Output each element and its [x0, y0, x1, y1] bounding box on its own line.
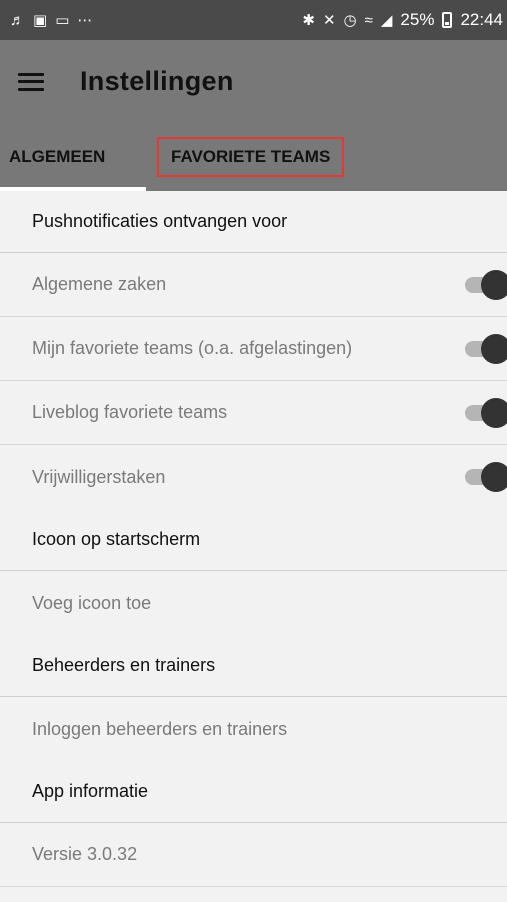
page-title: Instellingen	[80, 66, 234, 96]
more-icon: ⋯	[77, 11, 93, 29]
battery-icon	[442, 12, 453, 28]
toggle-switch[interactable]	[465, 462, 507, 492]
setting-vrijwilligerstaken[interactable]: Vrijwilligerstaken	[0, 445, 507, 509]
menu-icon[interactable]	[18, 72, 44, 91]
setting-label: Vrijwilligerstaken	[32, 466, 166, 487]
setting-mijn-favoriete-teams[interactable]: Mijn favoriete teams (o.a. afgelastingen…	[0, 317, 507, 381]
screen-icon: ▭	[55, 11, 70, 29]
mute-icon: ✕	[322, 11, 336, 29]
setting-voeg-icoon-toe[interactable]: Voeg icoon toe	[0, 571, 507, 635]
section-header-info: App informatie	[0, 761, 507, 823]
toggle-switch[interactable]	[465, 333, 507, 364]
setting-algemene-zaken[interactable]: Algemene zaken	[0, 253, 507, 317]
toggle-switch[interactable]	[465, 397, 507, 428]
setting-liveblog-favoriete-teams[interactable]: Liveblog favoriete teams	[0, 381, 507, 445]
setting-label: Mijn favoriete teams (o.a. afgelastingen…	[32, 338, 353, 358]
battery-percent: 25%	[400, 10, 435, 29]
wifi-icon: ≈	[364, 11, 373, 29]
status-bar: ♬ ▣ ▭ ⋯ ✱ ✕ ◷ ≈ ◢ 25% 22:44	[0, 0, 507, 40]
signal-icon: ◢	[380, 11, 393, 29]
section-header-push: Pushnotificaties ontvangen voor	[0, 191, 507, 253]
status-bar-left: ♬ ▣ ▭ ⋯	[10, 13, 92, 28]
tab-label: ALGEMEEN	[9, 147, 106, 166]
section-header-icon: Icoon op startscherm	[0, 509, 507, 571]
alarm-icon: ◷	[343, 11, 357, 29]
setting-label: Liveblog favoriete teams	[32, 402, 228, 422]
tab-label: FAVORIETE TEAMS	[157, 137, 345, 177]
tab-algemeen[interactable]: ALGEMEEN	[0, 123, 146, 191]
notification-icon: ♬	[10, 11, 25, 29]
settings-list: Pushnotificaties ontvangen voor Algemene…	[0, 191, 507, 887]
clock: 22:44	[460, 10, 503, 29]
section-header-admins: Beheerders en trainers	[0, 635, 507, 697]
media-icon: ▣	[33, 11, 48, 29]
setting-label: Algemene zaken	[32, 274, 167, 294]
setting-versie: Versie 3.0.32	[0, 823, 507, 887]
setting-inloggen-beheerders[interactable]: Inloggen beheerders en trainers	[0, 697, 507, 761]
tab-bar: ALGEMEEN FAVORIETE TEAMS	[0, 123, 507, 191]
bluetooth-icon: ✱	[302, 11, 315, 29]
toggle-switch[interactable]	[465, 269, 507, 300]
status-bar-right: ✱ ✕ ◷ ≈ ◢ 25% 22:44	[302, 10, 503, 30]
tab-favoriete-teams[interactable]: FAVORIETE TEAMS	[146, 123, 345, 191]
app-bar: Instellingen	[0, 40, 507, 123]
